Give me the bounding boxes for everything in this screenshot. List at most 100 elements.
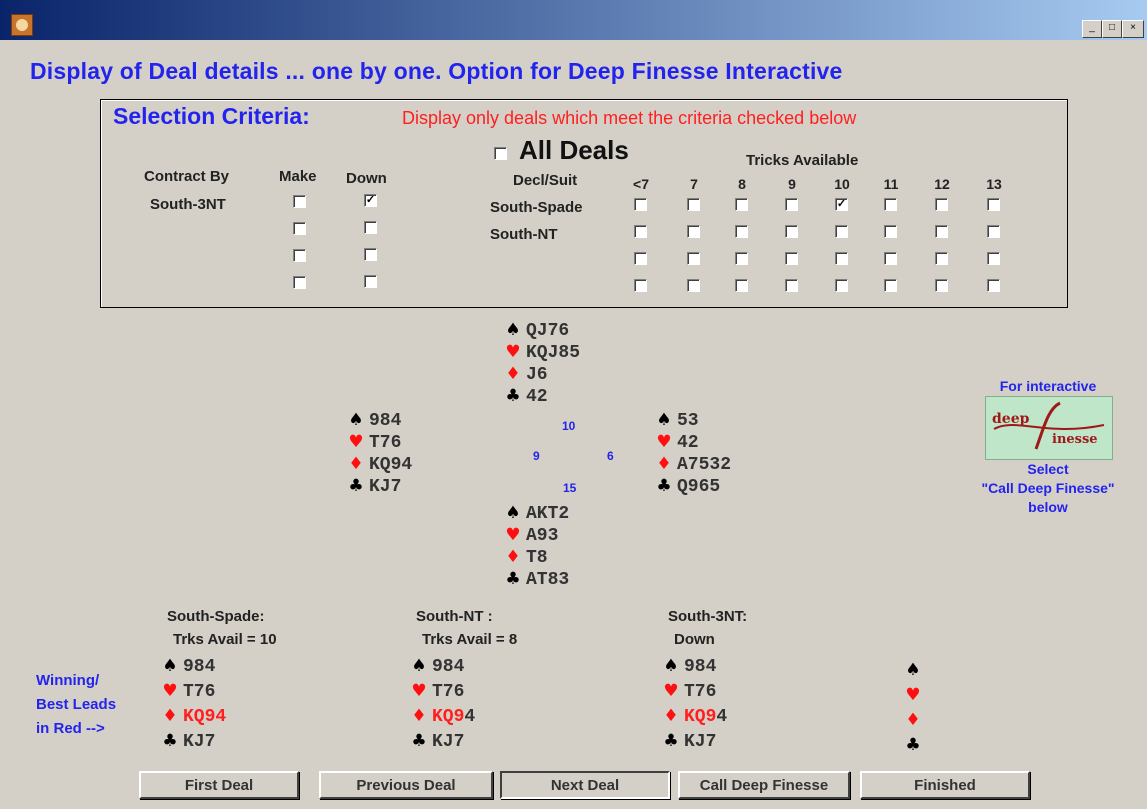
tricks-checkbox[interactable] bbox=[785, 279, 798, 292]
tricks-checkbox[interactable] bbox=[935, 225, 948, 238]
next-deal-button[interactable]: Next Deal bbox=[500, 771, 670, 799]
tricks-checkbox[interactable] bbox=[884, 225, 897, 238]
tricks-checkbox[interactable] bbox=[884, 198, 897, 211]
call-deep-finesse-button[interactable]: Call Deep Finesse bbox=[678, 771, 850, 799]
down-checkbox[interactable] bbox=[364, 194, 377, 207]
lead-contract-title: South-3NT: bbox=[668, 608, 748, 625]
club-icon: ♣ bbox=[505, 569, 521, 589]
close-button[interactable]: × bbox=[1122, 20, 1144, 38]
lead-cards: T76 bbox=[684, 682, 717, 702]
lead-suit-line: ♣ KJ7 bbox=[658, 731, 716, 752]
down-checkbox[interactable] bbox=[364, 221, 377, 234]
diamond-icon: ♦ bbox=[663, 706, 679, 726]
tricks-checkbox[interactable] bbox=[835, 198, 848, 211]
north-hand-hearts: ♥ KQJ85 bbox=[500, 342, 580, 363]
tricks-checkbox[interactable] bbox=[687, 279, 700, 292]
heart-icon: ♥ bbox=[505, 342, 521, 362]
all-deals-checkbox[interactable] bbox=[494, 147, 507, 160]
tricks-column-header: 10 bbox=[834, 176, 850, 192]
tricks-checkbox[interactable] bbox=[634, 225, 647, 238]
south-hearts-cards: A93 bbox=[526, 526, 559, 546]
lead-cards: 984 bbox=[432, 657, 465, 677]
down-checkbox[interactable] bbox=[364, 248, 377, 261]
tricks-checkbox[interactable] bbox=[835, 225, 848, 238]
tricks-checkbox[interactable] bbox=[735, 225, 748, 238]
lead-suit-line: ♠ 984 bbox=[658, 656, 716, 677]
tricks-checkbox[interactable] bbox=[634, 252, 647, 265]
west-hand-hearts: ♥ T76 bbox=[343, 432, 401, 453]
tricks-checkbox[interactable] bbox=[835, 279, 848, 292]
tricks-checkbox[interactable] bbox=[835, 252, 848, 265]
tricks-checkbox[interactable] bbox=[687, 198, 700, 211]
tricks-checkbox[interactable] bbox=[884, 279, 897, 292]
heart-icon: ♥ bbox=[162, 681, 178, 701]
maximize-button[interactable]: □ bbox=[1102, 20, 1122, 38]
lead-suit-line: ♦ KQ94 bbox=[658, 706, 727, 727]
lead-contract-subtitle: Down bbox=[674, 631, 715, 648]
tricks-checkbox[interactable] bbox=[634, 279, 647, 292]
tricks-checkbox[interactable] bbox=[884, 252, 897, 265]
lead-cards: KJ7 bbox=[432, 732, 465, 752]
contract-by-header: Contract By bbox=[144, 168, 230, 185]
tricks-checkbox[interactable] bbox=[785, 225, 798, 238]
make-checkbox[interactable] bbox=[293, 222, 306, 235]
tricks-checkbox[interactable] bbox=[735, 198, 748, 211]
minimize-button[interactable]: _ bbox=[1082, 20, 1102, 38]
north-hand-spades: ♠ QJ76 bbox=[500, 320, 569, 341]
tricks-checkbox[interactable] bbox=[987, 198, 1000, 211]
title-bar[interactable] bbox=[0, 0, 1147, 40]
make-checkbox[interactable] bbox=[293, 276, 306, 289]
tricks-checkbox[interactable] bbox=[735, 279, 748, 292]
south-hand-diamonds: ♦ T8 bbox=[500, 547, 548, 568]
deep-finesse-logo-graphic: deep inesse bbox=[992, 401, 1105, 450]
selection-criteria-heading: Selection Criteria: bbox=[113, 103, 310, 129]
decl-row-label: South-Spade bbox=[490, 199, 583, 216]
club-icon: ♣ bbox=[905, 735, 921, 755]
tricks-checkbox[interactable] bbox=[935, 279, 948, 292]
heart-icon: ♥ bbox=[411, 681, 427, 701]
down-checkbox[interactable] bbox=[364, 275, 377, 288]
north-spades-cards: QJ76 bbox=[526, 321, 570, 341]
tricks-checkbox[interactable] bbox=[735, 252, 748, 265]
tricks-checkbox[interactable] bbox=[687, 252, 700, 265]
lead-cards: KJ7 bbox=[684, 732, 717, 752]
make-checkbox[interactable] bbox=[293, 249, 306, 262]
west-hearts-cards: T76 bbox=[369, 433, 402, 453]
tricks-checkbox[interactable] bbox=[987, 252, 1000, 265]
south-diamonds-cards: T8 bbox=[526, 548, 548, 568]
east-hearts-cards: 42 bbox=[677, 433, 699, 453]
heart-icon: ♥ bbox=[663, 681, 679, 701]
criteria-note: Display only deals which meet the criter… bbox=[402, 108, 857, 128]
make-checkbox[interactable] bbox=[293, 195, 306, 208]
east-diamonds-cards: A7532 bbox=[677, 455, 732, 475]
tricks-checkbox[interactable] bbox=[935, 198, 948, 211]
app-icon[interactable] bbox=[11, 14, 33, 36]
west-hand-clubs: ♣ KJ7 bbox=[343, 476, 401, 497]
tricks-checkbox[interactable] bbox=[987, 225, 1000, 238]
tricks-checkbox[interactable] bbox=[785, 252, 798, 265]
first-deal-button[interactable]: First Deal bbox=[139, 771, 299, 799]
decl-suit-header: Decl/Suit bbox=[513, 172, 578, 189]
down-header: Down bbox=[346, 170, 387, 187]
tricks-checkbox[interactable] bbox=[687, 225, 700, 238]
east-clubs-cards: Q965 bbox=[677, 477, 721, 497]
hcp-east: 6 bbox=[607, 449, 614, 463]
hcp-north: 10 bbox=[562, 419, 576, 433]
tricks-checkbox[interactable] bbox=[634, 198, 647, 211]
north-hand-clubs: ♣ 42 bbox=[500, 386, 547, 407]
tricks-available-header: Tricks Available bbox=[746, 152, 859, 169]
previous-deal-button[interactable]: Previous Deal bbox=[319, 771, 493, 799]
tricks-checkbox[interactable] bbox=[785, 198, 798, 211]
lead-contract-title: South-NT : bbox=[416, 608, 493, 625]
finished-button[interactable]: Finished bbox=[860, 771, 1030, 799]
deep-finesse-logo[interactable]: deep inesse bbox=[985, 396, 1113, 460]
tricks-checkbox[interactable] bbox=[987, 279, 1000, 292]
tricks-checkbox[interactable] bbox=[935, 252, 948, 265]
west-diamonds-cards: KQ94 bbox=[369, 455, 413, 475]
lead-cards: KJ7 bbox=[183, 732, 216, 752]
north-diamonds-cards: J6 bbox=[526, 365, 548, 385]
diamond-icon: ♦ bbox=[348, 454, 364, 474]
club-icon: ♣ bbox=[663, 731, 679, 751]
all-deals-label: All Deals bbox=[519, 135, 629, 165]
west-clubs-cards: KJ7 bbox=[369, 477, 402, 497]
